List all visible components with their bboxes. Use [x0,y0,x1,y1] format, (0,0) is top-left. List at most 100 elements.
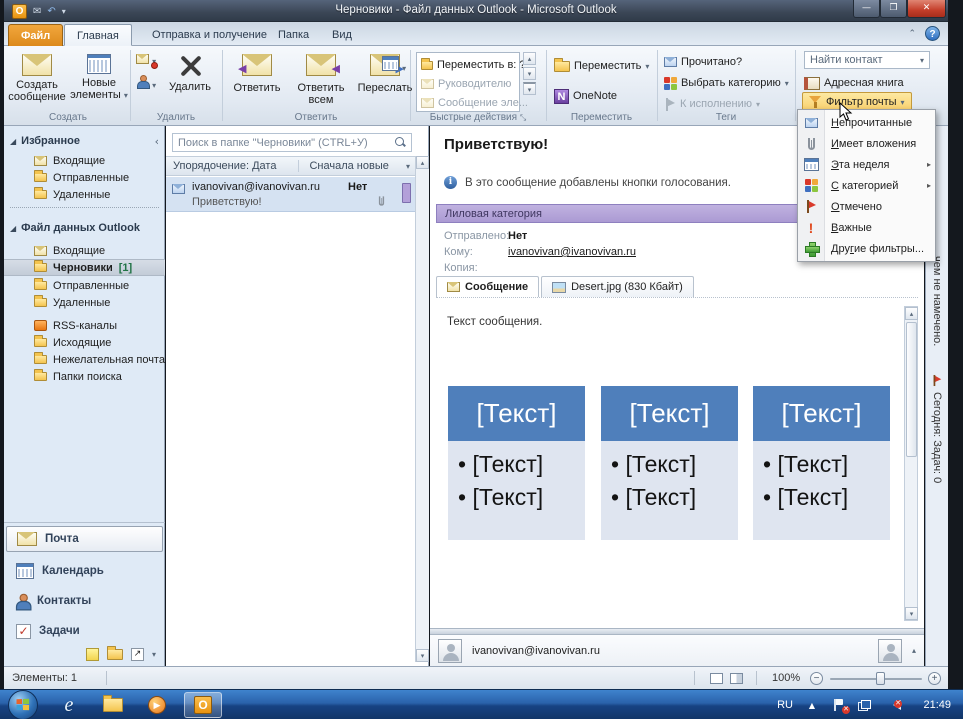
tab-attachment-desert[interactable]: Desert.jpg (830 Кбайт) [541,276,694,297]
dialog-launcher-icon[interactable]: ⤡ [520,113,526,122]
menu-item-this-week[interactable]: Эта неделя▸ [798,154,935,175]
folder-junk[interactable]: Нежелательная почта [4,351,165,368]
people-pane-splitter[interactable] [430,628,924,635]
folder-deleted[interactable]: Удаленные [4,294,165,311]
network-icon[interactable] [858,690,871,719]
contacts-nav-icon [15,593,31,609]
zoom-level[interactable]: 100% [772,672,800,684]
help-icon[interactable]: ? [925,26,940,41]
menu-item-important[interactable]: !Важные [798,217,935,238]
taskbar-outlook-button-active[interactable]: O [184,692,222,718]
folder-outbox[interactable]: Исходящие [4,334,165,351]
nav-calendar[interactable]: Календарь [6,558,163,584]
scroll-down-icon[interactable]: ▾ [416,649,429,662]
people-pane-collapse-icon[interactable]: ▴ [912,646,916,655]
to-value-link[interactable]: ivanovivan@ivanovivan.ru [508,246,636,258]
unread-read-button[interactable]: Прочитано? [664,52,742,72]
tab-view[interactable]: Вид [320,24,364,46]
folder-drafts-selected[interactable]: Черновики[1] [4,259,165,276]
folder-inbox[interactable]: Входящие [4,242,165,259]
restore-button[interactable]: ❐ [880,0,907,18]
tab-file[interactable]: Файл [8,24,63,46]
notes-icon[interactable] [86,648,99,661]
volume-muted-icon[interactable]: ✕ [893,690,901,719]
scrollbar-thumb[interactable] [906,322,917,457]
delete-button[interactable]: Удалить [162,50,218,114]
meeting-button[interactable]: ▾ [382,56,406,74]
reply-button[interactable]: ◀ Ответить [226,50,288,114]
message-list-scrollbar[interactable]: ▴ ▾ [415,156,429,662]
menu-item-more-filters[interactable]: Другие фильтры... [798,238,935,259]
search-icon[interactable] [395,137,406,148]
category-color-box[interactable] [402,183,411,203]
nav-contacts[interactable]: Контакты [6,588,163,614]
zoom-slider-handle[interactable] [876,672,885,685]
folder-search[interactable]: Папки поиска [4,368,165,385]
scroll-up-icon[interactable]: ▴ [416,156,429,169]
find-contact-input[interactable]: Найти контакт▾ [804,51,930,69]
quick-steps-down-icon[interactable]: ▾ [523,67,536,80]
menu-item-flagged[interactable]: Отмечено [798,196,935,217]
move-button[interactable]: Переместить▾ [554,56,649,76]
tab-home[interactable]: Главная [64,24,132,46]
menu-item-unread[interactable]: Непрочитанные [798,112,935,133]
nav-tasks[interactable]: ✓Задачи [6,618,163,644]
sort-order-button[interactable]: Сначала новые [298,160,388,172]
minimize-navpane-icon[interactable]: ‹ [155,135,159,148]
quick-steps-box: Переместить в: ? Руководителю Сообщение … [416,52,520,112]
tab-send-receive[interactable]: Отправка и получение [140,24,279,46]
address-book-button[interactable]: Адресная книга [804,73,904,93]
zoom-in-icon[interactable]: + [928,672,941,685]
tab-message[interactable]: Сообщение [436,276,539,297]
reading-view-icon[interactable] [730,673,743,684]
categorize-button[interactable]: Выбрать категорию▾ [664,73,789,93]
scroll-up-icon[interactable]: ▴ [905,307,918,320]
quick-step-team-email[interactable]: Сообщение эле... [421,93,528,113]
collapse-ribbon-icon[interactable]: ⌃ [908,29,916,39]
quick-step-to-manager[interactable]: Руководителю [421,74,511,94]
reply-all-button[interactable]: ◀ Ответить всем [290,50,352,114]
menu-item-has-attachments[interactable]: Имеет вложения [798,133,935,154]
datafile-header[interactable]: ◢Файл данных Outlook [10,220,140,236]
block-sender-button[interactable]: ▾ [136,75,156,91]
folder-list-icon[interactable] [107,649,123,660]
action-center-icon[interactable]: ✕ [834,690,845,719]
folder-rss[interactable]: RSS-каналы [4,317,165,334]
fav-sent[interactable]: Отправленные [4,169,165,186]
quick-steps-more-icon[interactable]: ▾ [523,82,536,95]
language-indicator[interactable]: RU [777,690,793,719]
nav-options-icon[interactable]: ▾ [152,650,156,659]
tray-expand-icon[interactable]: ▲ [809,690,815,719]
nav-mail[interactable]: Почта [6,526,163,552]
taskbar-explorer-icon[interactable] [102,694,124,716]
menu-item-categorized[interactable]: С категорией▸ [798,175,935,196]
minimize-button[interactable]: — [853,0,880,18]
taskbar-wmp-icon[interactable]: ▶ [146,694,168,716]
zoom-out-icon[interactable]: − [810,672,823,685]
quick-step-move-to[interactable]: Переместить в: ? [421,55,526,75]
quick-steps-up-icon[interactable]: ▴ [523,52,536,65]
shortcuts-icon[interactable]: ↗ [131,648,144,661]
message-list-item[interactable]: ivanovivan@ivanovivan.ru Нет Приветствую… [166,177,415,212]
recipient-avatar[interactable] [878,639,902,663]
taskbar-ie-icon[interactable]: e [58,694,80,716]
new-email-button[interactable]: Создать сообщение [6,50,68,114]
normal-view-icon[interactable] [710,673,723,684]
fav-deleted[interactable]: Удаленные [4,186,165,203]
reading-scrollbar[interactable]: ▴ ▾ [904,306,918,621]
tab-folder[interactable]: Папка [266,24,321,46]
sender-avatar[interactable] [438,639,462,663]
ignore-button[interactable]: ▾ [136,54,156,67]
onenote-button[interactable]: NOneNote [554,86,617,106]
fav-inbox[interactable]: Входящие [4,152,165,169]
follow-up-button[interactable]: К исполнению▾ [664,94,760,114]
close-button[interactable]: ✕ [907,0,946,18]
new-items-button[interactable]: Новые элементы ▾ [68,50,130,114]
sort-direction-icon[interactable]: ▾ [406,162,410,171]
search-input[interactable]: Поиск в папке "Черновики" (CTRL+У) [172,133,412,152]
folder-sent[interactable]: Отправленные [4,277,165,294]
sort-by-button[interactable]: Упорядочение: Дата [166,160,276,172]
favorites-header[interactable]: ◢Избранное ‹ [10,133,159,149]
scroll-down-icon[interactable]: ▾ [905,607,918,620]
start-button[interactable] [8,690,38,719]
